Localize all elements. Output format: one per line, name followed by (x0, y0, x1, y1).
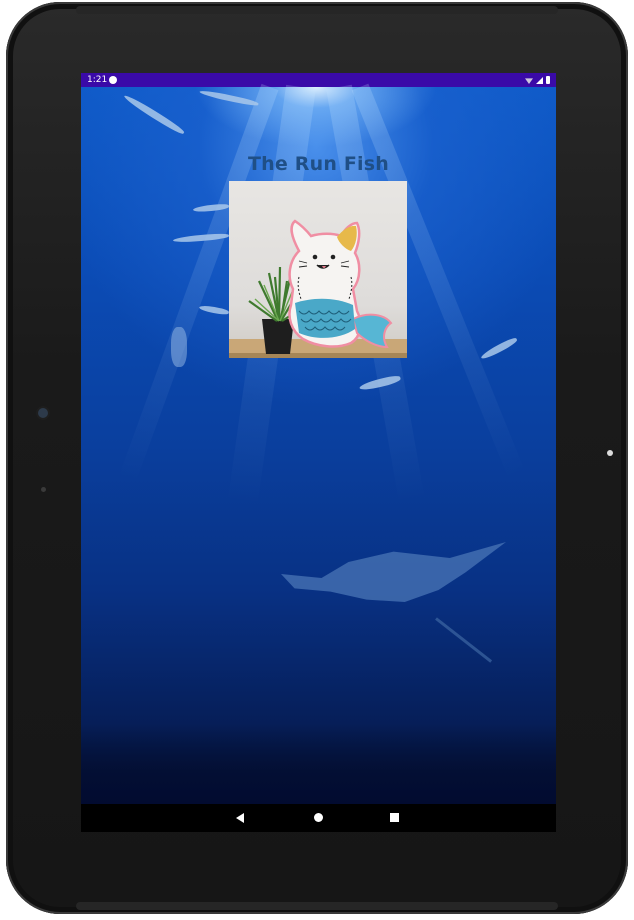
navigation-bar (81, 804, 556, 832)
front-camera (38, 408, 48, 418)
recents-square-icon[interactable] (390, 813, 399, 822)
plant-pot (262, 319, 294, 354)
manta-ray (281, 542, 506, 602)
speaker-grille-bottom (76, 902, 558, 910)
back-triangle-icon[interactable] (236, 813, 244, 823)
app-title: The Run Fish (247, 153, 389, 175)
fish (198, 304, 230, 316)
status-icons (525, 76, 550, 84)
fish (479, 336, 519, 361)
plush-right-eye (330, 254, 336, 260)
cat-mermaid-photo-illustration (229, 219, 407, 358)
app-notification-icon (109, 76, 117, 84)
status-bar: 1:21 (81, 73, 556, 87)
manta-ray-tail (435, 617, 493, 663)
home-circle-icon[interactable] (314, 813, 323, 822)
ocean-floor (81, 724, 556, 804)
fish (122, 92, 186, 137)
cell-signal-icon (536, 77, 543, 84)
proximity-sensor (41, 487, 46, 492)
notification-light (607, 450, 613, 456)
plush-left-eye (312, 254, 318, 260)
status-time: 1:21 (87, 75, 108, 85)
device-screen: 1:21 The Run Fish (81, 73, 556, 832)
fish (199, 88, 259, 108)
mermaid-scales (295, 298, 355, 338)
battery-icon (546, 76, 550, 84)
cat-mermaid-photo (229, 181, 407, 358)
wifi-icon (525, 78, 533, 84)
fish (171, 327, 187, 367)
shelf-edge (229, 353, 407, 358)
speaker-grille-top (76, 6, 558, 14)
